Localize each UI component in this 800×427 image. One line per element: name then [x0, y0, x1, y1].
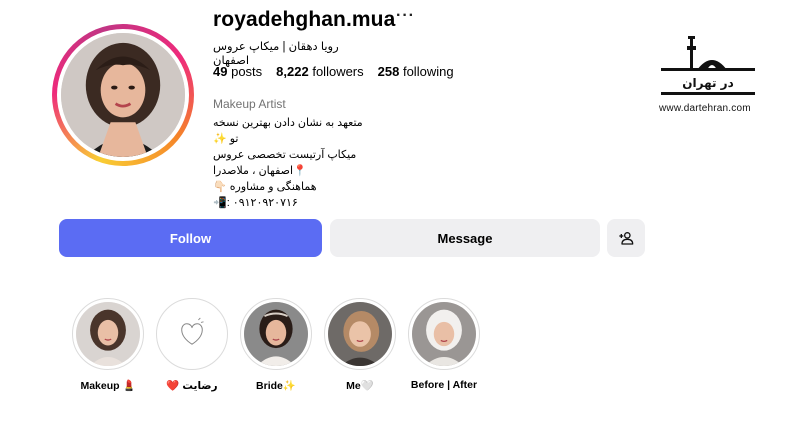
highlight-cover	[412, 302, 476, 366]
profile-bio: متعهد به نشان دادن بهترین نسخه تو ✨ میکا…	[213, 115, 373, 211]
highlight-bride[interactable]: Bride✨	[240, 298, 312, 392]
highlight-before-after[interactable]: Before | After	[408, 298, 480, 392]
bio-phone-line[interactable]: 📲: ۰۹۱۲۰۹۲۰۷۱۶	[213, 195, 373, 211]
highlight-me[interactable]: Me🤍	[324, 298, 396, 392]
bio-line: میکاپ آرتیست تخصصی عروس	[213, 149, 357, 161]
highlight-ring	[72, 298, 144, 370]
highlight-cover	[76, 302, 140, 366]
profile-full-name: رویا دهقان | میکاپ عروس اصفهان	[213, 41, 339, 67]
highlight-satisfaction[interactable]: رضایت ❤️	[156, 298, 228, 392]
profile-category: Makeup Artist	[213, 97, 286, 111]
suggest-accounts-button[interactable]	[607, 219, 645, 257]
avatar-portrait	[61, 33, 185, 157]
more-options-icon[interactable]: ···	[396, 7, 415, 25]
avatar[interactable]	[61, 33, 185, 157]
follow-button[interactable]: Follow	[59, 219, 322, 257]
dartehran-logo: در تهران	[657, 32, 757, 98]
heart-outline-icon	[181, 317, 204, 345]
bio-line: متعهد به نشان دادن بهترین نسخه تو ✨	[213, 117, 363, 145]
following-label: following	[402, 64, 454, 79]
highlight-ring	[408, 298, 480, 370]
highlight-ring	[324, 298, 396, 370]
tower-skyline-icon: در تهران	[661, 36, 755, 95]
story-highlights: Makeup 💄 رضایت ❤️ Bride✨ Me🤍 Before | Af…	[72, 298, 480, 392]
watermark-url: www.dartehran.com	[659, 103, 751, 114]
highlight-ring	[156, 298, 228, 370]
followers-stat[interactable]: 8,222 followers	[276, 64, 363, 79]
following-stat[interactable]: 258 following	[378, 64, 454, 79]
profile-avatar-ring[interactable]	[52, 24, 194, 166]
profile-username: royadehghan.mua	[213, 8, 396, 31]
logo-text: در تهران	[682, 76, 734, 90]
highlight-label: Before | After	[410, 379, 478, 391]
bio-line: 📍اصفهان ، ملاصدرا	[213, 165, 307, 177]
highlight-cover	[244, 302, 308, 366]
highlight-ring	[240, 298, 312, 370]
highlight-cover	[160, 302, 224, 366]
highlight-cover	[328, 302, 392, 366]
highlight-makeup[interactable]: Makeup 💄	[72, 298, 144, 392]
highlight-label: رضایت ❤️	[166, 380, 218, 392]
followers-count: 8,222	[276, 64, 309, 79]
profile-stats: 49 posts 8,222 followers 258 following	[213, 64, 454, 79]
message-button[interactable]: Message	[330, 219, 600, 257]
posts-count: 49	[213, 64, 228, 79]
highlight-label: Makeup 💄	[80, 380, 136, 392]
posts-stat: 49 posts	[213, 64, 262, 79]
posts-label: posts	[231, 64, 263, 79]
following-count: 258	[377, 64, 400, 79]
avatar-frame	[57, 29, 189, 161]
person-add-icon	[619, 232, 634, 245]
highlight-label: Bride✨	[256, 380, 296, 392]
followers-label: followers	[312, 64, 364, 79]
bio-line: هماهنگی و مشاوره 👇🏻	[213, 181, 317, 193]
highlight-label: Me🤍	[346, 380, 374, 392]
